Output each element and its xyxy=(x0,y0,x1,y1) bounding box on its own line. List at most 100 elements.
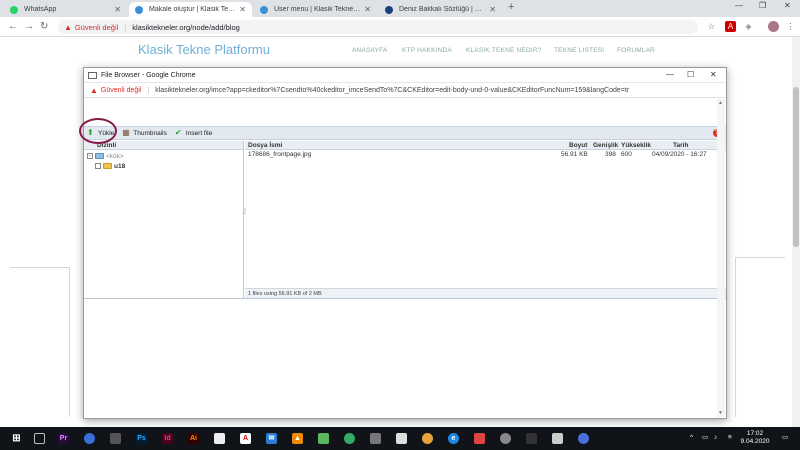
windows-start-icon[interactable]: ⊞ xyxy=(11,433,22,444)
tab-label: Deniz Bakkalı Sözlüğü | Türkiye xyxy=(399,6,486,13)
reload-icon[interactable]: ↻ xyxy=(40,21,48,32)
popup-titlebar: File Browser - Google Chrome — ☐ ✕ xyxy=(84,68,726,83)
browser-tab-strip: WhatsApp ✕ Makale oluştur | Klasik Tekne… xyxy=(0,0,800,17)
nav-ktp-hakkinda[interactable]: KTP HAKKINDA xyxy=(402,47,452,54)
app-icon[interactable] xyxy=(500,433,511,444)
new-tab-button[interactable]: + xyxy=(508,1,514,13)
file-width: 398 xyxy=(605,151,616,158)
scroll-down-icon[interactable]: ▼ xyxy=(718,410,723,416)
tab-user-menu[interactable]: User menu | Klasik Tekne Platform ✕ xyxy=(254,2,377,17)
col-date[interactable]: Tarih xyxy=(673,142,688,149)
col-name[interactable]: Dosya İsmi xyxy=(248,142,282,149)
col-height[interactable]: Yükseklik xyxy=(621,142,651,149)
mail-icon[interactable]: ✉ xyxy=(266,433,277,444)
file-height: 600 xyxy=(621,151,632,158)
notepad-icon[interactable] xyxy=(214,433,225,444)
clock[interactable]: 17:02 9.04.2020 xyxy=(740,430,770,446)
app-icon[interactable] xyxy=(526,433,537,444)
expand-icon[interactable] xyxy=(95,163,101,169)
app-icon[interactable] xyxy=(578,433,589,444)
file-date: 04/09/2020 - 16:27 xyxy=(652,151,707,158)
store-icon[interactable] xyxy=(396,433,407,444)
popup-title: File Browser - Google Chrome xyxy=(101,71,196,79)
tree-item-u18[interactable]: u18 xyxy=(84,161,243,171)
collapse-icon[interactable]: − xyxy=(87,153,93,159)
app-icon[interactable] xyxy=(552,433,563,444)
site-icon xyxy=(135,5,143,14)
app-icon[interactable] xyxy=(84,433,95,444)
close-window-icon[interactable]: ✕ xyxy=(784,1,791,10)
tab-makale[interactable]: Makale oluştur | Klasik Tekne Platf ✕ xyxy=(129,2,252,17)
thumbnails-button[interactable]: ▦ Thumbnails xyxy=(122,129,167,137)
task-view-icon[interactable] xyxy=(34,433,45,444)
popup-url-text: klasiktekneler.org/imce?app=ckeditor%7Cs… xyxy=(155,86,630,94)
site-logo[interactable]: Klasik Tekne Platformu xyxy=(138,42,270,57)
maximize-icon[interactable]: ❐ xyxy=(759,1,766,10)
folder-icon xyxy=(95,153,104,159)
tray-chevron-icon[interactable]: ^ xyxy=(690,434,693,442)
close-tab-icon[interactable]: ✕ xyxy=(489,5,496,14)
nav-anasayfa[interactable]: ANASAYFA xyxy=(352,47,387,54)
menu-icon[interactable]: ⋮ xyxy=(785,21,796,32)
file-list: Dosya İsmi Boyut Genişlik Yükseklik Tari… xyxy=(245,141,726,298)
page-scrollbar[interactable] xyxy=(792,37,800,427)
nav-klasik-tekne[interactable]: KLASIK TEKNE NEDIR? xyxy=(466,47,542,54)
nav-tekne-listesi[interactable]: TEKNE LISTESI xyxy=(554,47,604,54)
insecure-label: Güvenli değil xyxy=(100,86,142,94)
close-tab-icon[interactable]: ✕ xyxy=(364,5,371,14)
app-icon[interactable] xyxy=(344,433,355,444)
insert-file-label: Insert file xyxy=(185,129,213,137)
tree-item-root[interactable]: − <kök> xyxy=(84,151,243,161)
forward-icon[interactable]: → xyxy=(24,21,34,32)
insert-file-button[interactable]: ✔ Insert file xyxy=(175,129,212,137)
close-window-icon[interactable]: ✕ xyxy=(710,70,717,79)
network-icon[interactable]: ▭ xyxy=(702,434,708,442)
language-icon[interactable]: ≡ xyxy=(728,434,732,442)
annotation-circle xyxy=(79,118,117,144)
shield-extension-icon[interactable]: ◈ xyxy=(743,21,754,32)
notification-icon[interactable]: ▭ xyxy=(782,434,788,442)
photoshop-icon[interactable]: Ps xyxy=(136,433,147,444)
tab-deniz-bakkali[interactable]: Deniz Bakkalı Sözlüğü | Türkiye ✕ xyxy=(379,2,502,17)
star-icon[interactable]: ☆ xyxy=(706,21,717,32)
thumbnails-label: Thumbnails xyxy=(133,129,167,137)
premiere-icon[interactable]: Pr xyxy=(58,433,69,444)
back-icon[interactable]: ← xyxy=(8,21,18,32)
minimize-icon[interactable]: — xyxy=(666,70,674,79)
address-bar[interactable]: ▲ Güvenli değil | klasiktekneler.org/nod… xyxy=(58,20,698,34)
chrome-icon[interactable] xyxy=(422,433,433,444)
maximize-icon[interactable]: ☐ xyxy=(687,70,694,79)
thumbnails-icon: ▦ xyxy=(122,128,130,137)
edge-icon[interactable]: e xyxy=(448,433,459,444)
close-tab-icon[interactable]: ✕ xyxy=(239,5,246,14)
vertical-splitter-handle[interactable]: ⋮ xyxy=(242,208,248,215)
volume-icon[interactable]: ♪ xyxy=(714,434,717,442)
tab-label: User menu | Klasik Tekne Platform xyxy=(274,6,360,13)
vlc-icon[interactable]: ▲ xyxy=(292,433,303,444)
popup-scrollbar[interactable]: ▲ ▼ xyxy=(717,99,725,417)
indesign-icon[interactable]: Id xyxy=(162,433,173,444)
directory-tree: Dizinli − <kök> u18 xyxy=(84,141,244,298)
file-name: 178686_frontpage.jpg xyxy=(248,151,312,158)
nav-forumlar[interactable]: FORUMLAR xyxy=(617,47,655,54)
scroll-up-icon[interactable]: ▲ xyxy=(718,100,723,106)
col-size[interactable]: Boyut xyxy=(569,142,587,149)
pdf-extension-icon[interactable]: A xyxy=(725,21,736,32)
app-icon[interactable] xyxy=(110,433,121,444)
file-list-header: Dosya İsmi Boyut Genişlik Yükseklik Tari… xyxy=(245,141,726,150)
app-icon[interactable] xyxy=(370,433,381,444)
illustrator-icon[interactable]: Ai xyxy=(188,433,199,444)
window-icon xyxy=(88,71,97,79)
horizontal-splitter[interactable] xyxy=(84,298,726,301)
close-tab-icon[interactable]: ✕ xyxy=(114,5,121,14)
scrollbar-thumb[interactable] xyxy=(793,87,799,247)
avatar[interactable] xyxy=(768,21,779,32)
browser-toolbar: ← → ↻ ▲ Güvenli değil | klasiktekneler.o… xyxy=(0,17,800,37)
file-row[interactable]: 178686_frontpage.jpg 56.91 KB 398 600 04… xyxy=(245,150,726,160)
app-icon[interactable] xyxy=(474,433,485,444)
minimize-icon[interactable]: — xyxy=(735,1,743,10)
tab-whatsapp[interactable]: WhatsApp ✕ xyxy=(4,2,127,17)
col-width[interactable]: Genişlik xyxy=(593,142,618,149)
acrobat-icon[interactable]: A xyxy=(240,433,251,444)
app-icon[interactable] xyxy=(318,433,329,444)
